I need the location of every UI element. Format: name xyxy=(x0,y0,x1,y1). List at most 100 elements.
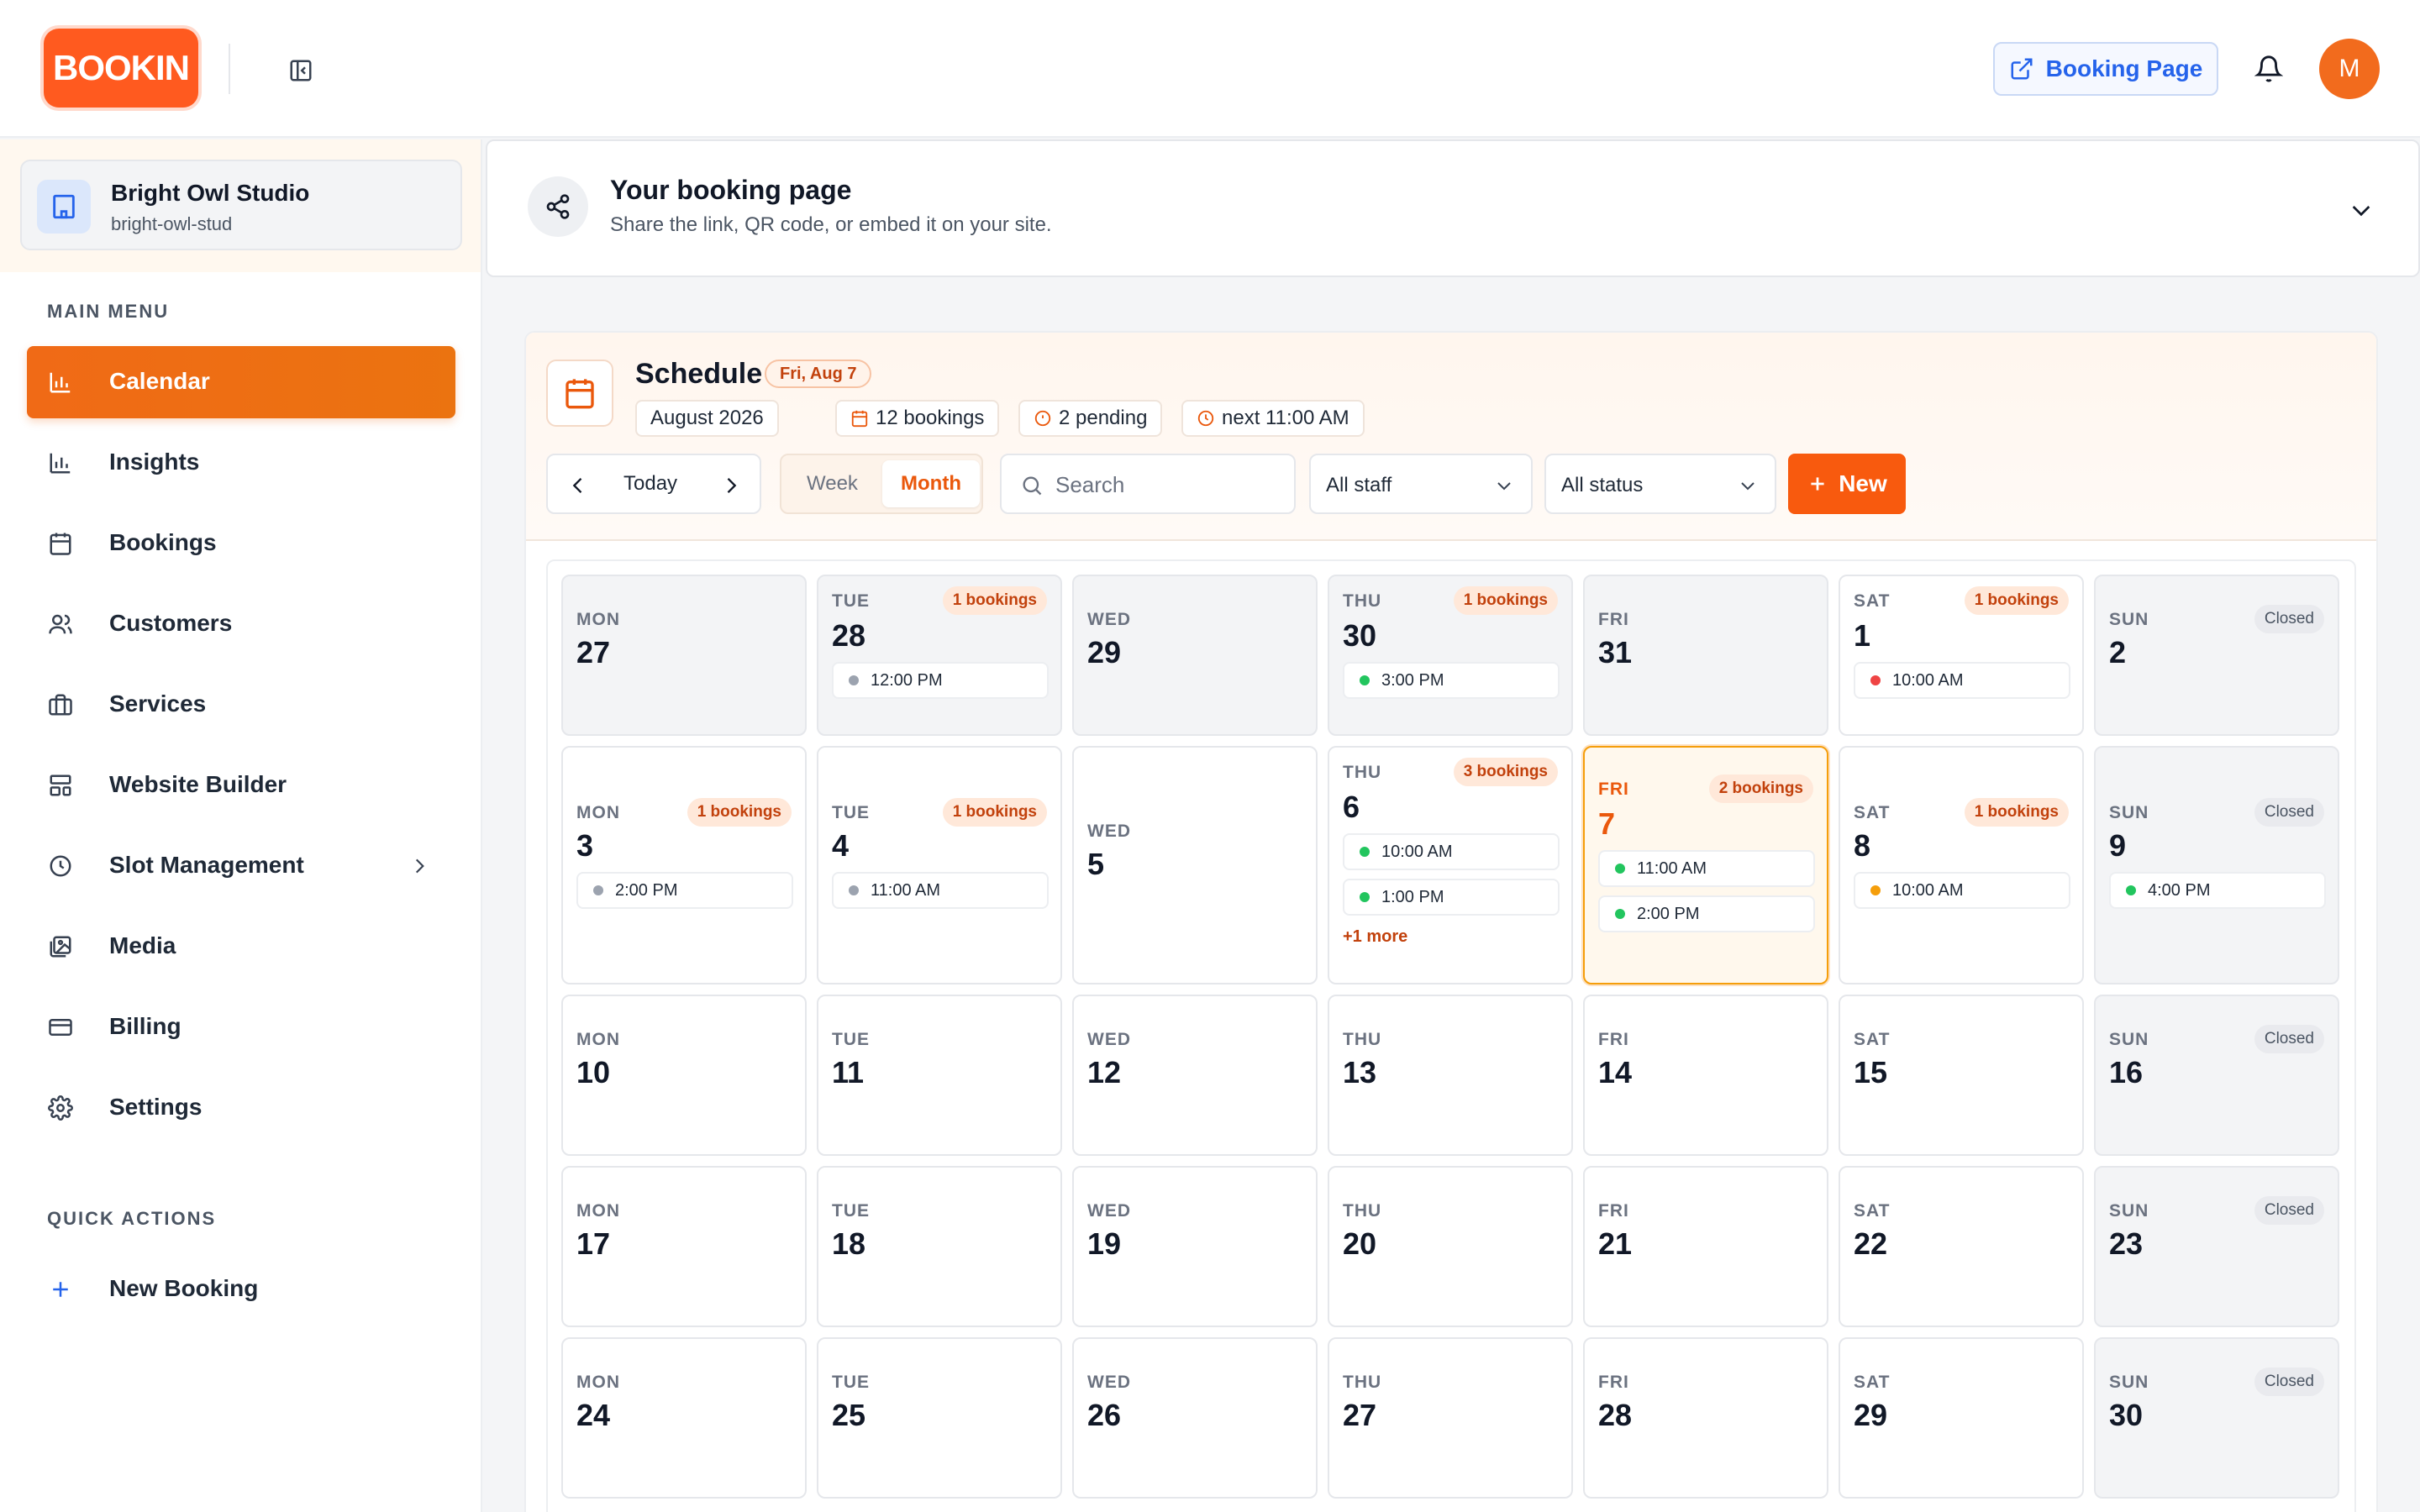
calendar-day-cell[interactable]: MON 17 xyxy=(561,1166,807,1327)
booking-time: 2:00 PM xyxy=(615,880,678,900)
bookings-count-badge: 2 bookings xyxy=(1708,774,1813,803)
calendar-day-cell[interactable]: SAT 29 xyxy=(1839,1337,2084,1499)
booking-event[interactable]: 10:00 AM xyxy=(1854,872,2070,909)
calendar-day-cell[interactable]: THU 30 1 bookings 3:00 PM xyxy=(1328,575,1573,736)
new-booking-button[interactable]: New xyxy=(1788,454,1906,514)
booking-page-button[interactable]: Booking Page xyxy=(1993,42,2218,96)
booking-page-card[interactable]: Your booking page Share the link, QR cod… xyxy=(486,139,2420,277)
day-number: 8 xyxy=(1854,828,1871,863)
day-number: 4 xyxy=(832,828,850,863)
month-chip-label: August 2026 xyxy=(650,407,764,429)
notifications-button[interactable] xyxy=(2252,52,2286,86)
more-bookings-link[interactable]: +1 more xyxy=(1343,927,1407,947)
app-logo[interactable]: BOOKIN xyxy=(44,29,198,108)
calendar-day-cell[interactable]: WED 29 xyxy=(1072,575,1318,736)
calendar-day-cell[interactable]: TUE 18 xyxy=(817,1166,1062,1327)
sidebar-item-label: Slot Management xyxy=(109,852,304,878)
calendar-day-cell[interactable]: MON 27 xyxy=(561,575,807,736)
booking-event[interactable]: 10:00 AM xyxy=(1854,662,2070,699)
booking-time: 11:00 AM xyxy=(871,880,941,900)
today-button[interactable]: Today xyxy=(623,472,677,496)
bell-icon xyxy=(2254,55,2283,82)
calendar-day-cell[interactable]: TUE 28 1 bookings 12:00 PM xyxy=(817,575,1062,736)
booking-event[interactable]: 11:00 AM xyxy=(832,872,1049,909)
sidebar-item-label: Billing xyxy=(109,1013,182,1039)
calendar-day-cell[interactable]: SAT 1 1 bookings 10:00 AM xyxy=(1839,575,2084,736)
sidebar: Bright Owl Studio bright-owl-stud MAIN M… xyxy=(0,139,482,1512)
sidebar-item-calendar[interactable]: Calendar xyxy=(27,346,455,418)
search-input[interactable] xyxy=(1055,470,1282,499)
day-number: 20 xyxy=(1343,1226,1377,1261)
day-of-week-label: MON xyxy=(576,803,620,822)
calendar-day-cell[interactable]: TUE 11 xyxy=(817,995,1062,1156)
staff-filter-select[interactable]: All staff xyxy=(1309,454,1533,514)
sidebar-collapse-button[interactable] xyxy=(284,54,318,87)
new-booking-quick-action[interactable]: New Booking xyxy=(27,1253,455,1326)
booking-time: 10:00 AM xyxy=(1892,880,1964,900)
calendar-day-cell[interactable]: FRI 31 xyxy=(1583,575,1828,736)
month-grid: MON 27 TUE 28 1 bookings 12:00 PM WED 29 THU 30 1 … xyxy=(546,559,2356,1512)
calendar-day-cell[interactable]: THU 20 xyxy=(1328,1166,1573,1327)
view-month-tab[interactable]: Month xyxy=(882,460,980,507)
calendar-day-cell[interactable]: FRI 7 2 bookings 11:00 AM 2:00 PM xyxy=(1583,746,1828,984)
calendar-day-cell[interactable]: SAT 8 1 bookings 10:00 AM xyxy=(1839,746,2084,984)
calendar-day-cell[interactable]: SAT 15 xyxy=(1839,995,2084,1156)
booking-event[interactable]: 2:00 PM xyxy=(1598,895,1815,932)
calendar-day-cell[interactable]: MON 10 xyxy=(561,995,807,1156)
chevron-right-icon[interactable] xyxy=(719,474,743,497)
booking-event[interactable]: 12:00 PM xyxy=(832,662,1049,699)
calendar-day-cell[interactable]: SUN 9 Closed 4:00 PM xyxy=(2094,746,2339,984)
sidebar-item-label: Settings xyxy=(109,1094,203,1120)
calendar-day-cell[interactable]: WED 12 xyxy=(1072,995,1318,1156)
calendar-day-cell[interactable]: TUE 25 xyxy=(817,1337,1062,1499)
calendar-day-cell[interactable]: SUN 2 Closed xyxy=(2094,575,2339,736)
sidebar-item-insights[interactable]: Insights xyxy=(27,427,455,499)
calendar-day-cell[interactable]: FRI 14 xyxy=(1583,995,1828,1156)
calendar-day-cell[interactable]: TUE 4 1 bookings 11:00 AM xyxy=(817,746,1062,984)
booking-event[interactable]: 2:00 PM xyxy=(576,872,793,909)
sidebar-item-slot-management[interactable]: Slot Management xyxy=(27,830,455,902)
booking-event[interactable]: 1:00 PM xyxy=(1343,879,1560,916)
chevron-left-icon[interactable] xyxy=(566,474,590,497)
booking-event[interactable]: 10:00 AM xyxy=(1343,833,1560,870)
workspace-switcher[interactable]: Bright Owl Studio bright-owl-stud xyxy=(20,160,462,250)
sidebar-item-services[interactable]: Services xyxy=(27,669,455,741)
calendar-day-cell[interactable]: MON 3 1 bookings 2:00 PM xyxy=(561,746,807,984)
calendar-day-cell[interactable]: WED 5 xyxy=(1072,746,1318,984)
credit-card-icon xyxy=(47,1014,74,1041)
day-of-week-label: THU xyxy=(1343,591,1382,611)
calendar-icon xyxy=(851,410,868,428)
booking-event[interactable]: 11:00 AM xyxy=(1598,850,1815,887)
view-week-tab[interactable]: Week xyxy=(807,472,858,496)
user-avatar[interactable]: M xyxy=(2319,39,2380,99)
calendar-day-cell[interactable]: WED 26 xyxy=(1072,1337,1318,1499)
chevron-down-icon[interactable] xyxy=(2348,197,2375,223)
sidebar-item-billing[interactable]: Billing xyxy=(27,991,455,1063)
calendar-day-cell[interactable]: SUN 23 Closed xyxy=(2094,1166,2339,1327)
booking-event[interactable]: 3:00 PM xyxy=(1343,662,1560,699)
sidebar-item-bookings[interactable]: Bookings xyxy=(27,507,455,580)
sidebar-item-website-builder[interactable]: Website Builder xyxy=(27,749,455,822)
status-dot xyxy=(1870,675,1881,685)
day-of-week-label: SAT xyxy=(1854,1373,1891,1392)
calendar-day-cell[interactable]: FRI 21 xyxy=(1583,1166,1828,1327)
day-number: 17 xyxy=(576,1226,611,1261)
status-filter-select[interactable]: All status xyxy=(1544,454,1776,514)
calendar-day-cell[interactable]: THU 13 xyxy=(1328,995,1573,1156)
booking-event[interactable]: 4:00 PM xyxy=(2109,872,2326,909)
sidebar-item-media[interactable]: Media xyxy=(27,911,455,983)
sidebar-item-settings[interactable]: Settings xyxy=(27,1072,455,1144)
calendar-day-cell[interactable]: MON 24 xyxy=(561,1337,807,1499)
calendar-day-cell[interactable]: THU 27 xyxy=(1328,1337,1573,1499)
calendar-day-cell[interactable]: FRI 28 xyxy=(1583,1337,1828,1499)
sidebar-item-customers[interactable]: Customers xyxy=(27,588,455,660)
calendar-day-cell[interactable]: SUN 30 Closed xyxy=(2094,1337,2339,1499)
bookings-count-badge: 1 bookings xyxy=(1964,798,2069,827)
calendar-day-cell[interactable]: SUN 16 Closed xyxy=(2094,995,2339,1156)
calendar-day-cell[interactable]: WED 19 xyxy=(1072,1166,1318,1327)
day-of-week-label: MON xyxy=(576,610,620,629)
calendar-day-cell[interactable]: SAT 22 xyxy=(1839,1166,2084,1327)
day-number: 23 xyxy=(2109,1226,2144,1261)
day-number: 10 xyxy=(576,1055,611,1089)
calendar-day-cell[interactable]: THU 6 3 bookings 10:00 AM 1:00 PM +1 more xyxy=(1328,746,1573,984)
